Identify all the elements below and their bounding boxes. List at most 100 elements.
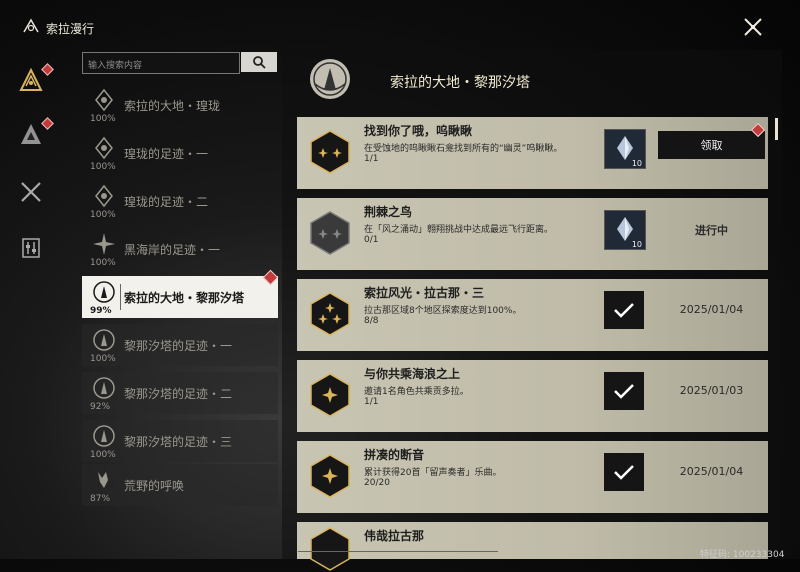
list-item-percent: 100% (90, 162, 116, 172)
achievement-card: 索拉风光・拉古那・三 拉古那区域8个地区探索度达到100%。 8/8 2025/… (297, 279, 768, 351)
search-icon (253, 56, 266, 69)
achievement-progress: 0/1 (364, 235, 379, 245)
achievement-desc: 在受蚀地的呜瞅瞅石龛找到所有的“幽灵”呜瞅瞅。 (364, 144, 563, 154)
nav-item-combat[interactable] (14, 175, 48, 209)
achievement-card: 找到你了哦，呜瞅瞅 在受蚀地的呜瞅瞅石龛找到所有的“幽灵”呜瞅瞅。 1/1 10… (297, 117, 768, 189)
check-icon (614, 465, 634, 480)
achievement-title: 找到你了哦，呜瞅瞅 (364, 124, 473, 138)
dragon-emblem-icon (95, 184, 113, 208)
achievement-progress: 20/20 (364, 478, 390, 488)
achievement-desc: 邀请1名角色共乘贡多拉。 (364, 387, 469, 397)
nav-item-achievements[interactable] (14, 63, 54, 97)
search-box (82, 52, 243, 75)
nav-item-emblem[interactable] (14, 117, 54, 151)
achievement-hex-icon (310, 454, 350, 498)
equalizer-icon (22, 238, 40, 258)
app-title: 索拉漫行 (46, 22, 95, 36)
dragon-emblem-icon (95, 88, 113, 112)
list-item-label: 黑海岸的足迹・一 (124, 243, 221, 257)
achievement-card: 拼凑的断音 累计获得20首「留声奏者」乐曲。 20/20 2025/01/04 (297, 441, 768, 513)
list-item-percent: 87% (90, 494, 111, 504)
lighthouse-emblem-icon (310, 59, 350, 99)
list-item-percent: 100% (90, 114, 116, 124)
page-title: 索拉的大地・黎那汐塔 (390, 75, 530, 91)
completion-date: 2025/01/04 (679, 465, 744, 478)
achievement-hex-icon (310, 292, 350, 336)
triangle-emblem-gold-icon (19, 67, 43, 91)
list-item-label: 黎那汐塔的足迹・一 (124, 339, 233, 353)
list-item-percent: 100% (90, 354, 116, 364)
list-item-label: 瑝珑的足迹・二 (124, 195, 209, 209)
list-item-label: 黎那汐塔的足迹・三 (124, 435, 233, 449)
search-button[interactable] (241, 52, 277, 72)
close-icon[interactable] (740, 14, 766, 40)
lighthouse-emblem-icon (93, 329, 115, 351)
triangle-emblem-icon (21, 124, 41, 144)
achievement-title: 伟哉拉古那 (364, 529, 425, 543)
crescent-logo-icon (23, 18, 39, 33)
check-icon (614, 384, 634, 399)
completed-check (604, 291, 644, 329)
list-item[interactable]: 黎那汐塔的足迹・三 100% (82, 420, 278, 462)
achievement-title: 荆棘之鸟 (364, 205, 413, 219)
list-item[interactable]: 黑海岸的足迹・一 100% (82, 228, 278, 270)
achievement-progress: 1/1 (364, 397, 379, 407)
reward-item[interactable]: 10 (604, 210, 646, 250)
scrollbar[interactable] (775, 118, 778, 140)
list-item-label: 索拉的大地・瑝珑 (124, 99, 221, 113)
reward-item[interactable]: 10 (604, 129, 646, 169)
lighthouse-emblem-icon (93, 377, 115, 399)
list-item-label: 荒野的呼唤 (124, 479, 185, 493)
wild-beast-icon (98, 472, 108, 488)
list-item-percent: 99% (90, 306, 112, 316)
achievement-desc: 累计获得20首「留声奏者」乐曲。 (364, 468, 502, 478)
top-bar: 索拉漫行 (0, 0, 800, 50)
completed-check (604, 372, 644, 410)
lighthouse-emblem-icon (93, 425, 115, 447)
claim-button[interactable]: 领取 (658, 131, 765, 159)
achievement-hex-icon (310, 211, 350, 255)
achievement-title: 索拉风光・拉古那・三 (364, 286, 485, 300)
dragon-emblem-icon (95, 136, 113, 160)
list-item[interactable]: 瑝珑的足迹・二 100% (82, 180, 278, 222)
list-item-label: 索拉的大地・黎那汐塔 (124, 291, 245, 305)
achievement-hex-icon (310, 527, 350, 571)
completion-date: 2025/01/04 (679, 303, 744, 316)
list-item[interactable]: 黎那汐塔的足迹・二 92% (82, 372, 278, 414)
achievement-hex-icon (310, 130, 350, 174)
nav-item-tuning[interactable] (14, 231, 48, 265)
achievement-card: 伟哉拉古那 (297, 522, 768, 571)
achievement-card: 荆棘之鸟 在「风之涌动」翱翔挑战中达成最远飞行距离。 0/1 10 进行中 (297, 198, 768, 270)
achievement-desc: 拉古那区域8个地区探索度达到100%。 (364, 306, 522, 316)
list-item-percent: 100% (90, 258, 116, 268)
lighthouse-emblem-icon (93, 281, 115, 303)
achievement-progress: 1/1 (364, 154, 379, 164)
list-item[interactable]: 索拉的大地・瑝珑 100% (82, 84, 278, 126)
achievement-hex-icon (310, 373, 350, 417)
completion-date: 2025/01/03 (679, 384, 744, 397)
list-item-active[interactable]: 索拉的大地・黎那汐塔 99% (82, 269, 279, 318)
achievement-card: 与你共乘海浪之上 邀请1名角色共乘贡多拉。 1/1 2025/01/03 (297, 360, 768, 432)
list-item-percent: 100% (90, 450, 116, 460)
search-input[interactable] (83, 57, 243, 75)
achievement-desc: 在「风之涌动」翱翔挑战中达成最远飞行距离。 (364, 225, 554, 235)
list-item[interactable]: 瑝珑的足迹・一 100% (82, 132, 278, 174)
divider (298, 551, 498, 552)
list-item-label: 黎那汐塔的足迹・二 (124, 387, 233, 401)
crossed-swords-icon (21, 182, 41, 202)
list-item[interactable]: 荒野的呼唤 87% (82, 464, 278, 506)
list-item-percent: 100% (90, 210, 116, 220)
notification-badge (262, 269, 279, 286)
uid-label: 特征码: 100233304 (700, 550, 785, 560)
divider (120, 284, 121, 310)
achievement-title: 与你共乘海浪之上 (364, 367, 461, 381)
check-icon (614, 303, 634, 318)
list-item[interactable]: 黎那汐塔的足迹・一 100% (82, 324, 278, 366)
achievement-title: 拼凑的断音 (364, 448, 425, 462)
reward-count: 10 (631, 159, 642, 168)
reward-count: 10 (631, 240, 642, 249)
list-item-label: 瑝珑的足迹・一 (124, 147, 209, 161)
achievement-progress: 8/8 (364, 316, 379, 326)
list-item-percent: 92% (90, 402, 111, 412)
star-burst-icon (93, 233, 115, 255)
